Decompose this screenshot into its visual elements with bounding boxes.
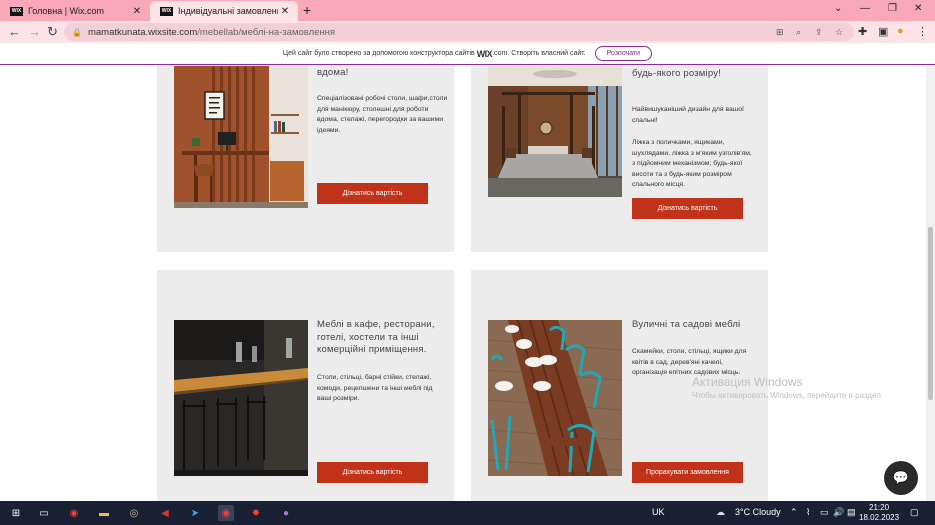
wix-banner-text-after: .com. Створіть власний сайт. xyxy=(492,50,586,57)
watermark-subtitle: Чтобы активировать Windows, перейдите в … xyxy=(692,391,881,400)
new-tab-icon[interactable]: + xyxy=(303,2,311,18)
get-price-button[interactable]: Дізнатись вартість xyxy=(317,462,428,483)
wix-promo-banner: Цей сайт було створено за допомогою конс… xyxy=(0,43,935,65)
chat-icon: 💬 xyxy=(892,470,910,485)
network-icon[interactable]: ⌇ xyxy=(806,507,810,518)
volume-icon[interactable]: 🔊 xyxy=(833,507,844,518)
wix-favicon-icon: WIX xyxy=(160,6,173,16)
card-description: Столи, стільці, барні стійки, стелажі, к… xyxy=(317,374,433,402)
bedroom-image xyxy=(488,66,622,197)
tab-search-chevron-icon[interactable]: ⌄ xyxy=(834,3,842,14)
red-app-icon[interactable]: ◀ xyxy=(157,505,173,521)
card-title: вдома! xyxy=(317,67,349,78)
scrollbar-thumb[interactable] xyxy=(928,227,933,400)
tab-home[interactable]: WIX Головна | Wix.com ✕ xyxy=(0,1,150,21)
url-domain: mamatkunata.wixsite.com xyxy=(87,26,198,38)
watermark-title: Активация Windows xyxy=(692,375,803,389)
eye-app-icon[interactable]: ◎ xyxy=(126,505,142,521)
minimize-icon[interactable]: — xyxy=(860,3,870,14)
battery-icon[interactable]: ▭ xyxy=(820,507,829,518)
calculate-order-button[interactable]: Прорахувати замовлення xyxy=(632,462,743,483)
card-commercial: Меблі в кафе, ресторани, готелі, хостели… xyxy=(157,270,454,501)
windows-activation-watermark: Активация Windows Чтобы активировать Win… xyxy=(692,375,881,400)
start-button[interactable]: Розпочати xyxy=(594,46,653,61)
clock-time: 21:20 xyxy=(869,503,890,512)
page-scrollbar[interactable] xyxy=(926,65,935,501)
file-explorer-icon[interactable]: ▬ xyxy=(96,505,112,521)
card-description: Спеціалізовані робочі столи, шафи,столи … xyxy=(317,95,448,134)
system-clock[interactable]: 21:20 18.02.2023 xyxy=(859,503,899,523)
share-icon[interactable]: ⇪ xyxy=(815,27,823,38)
wix-logo: WIX xyxy=(476,48,493,59)
browser-toolbar: ← → ↻ 🔒 mamatkunata.wixsite.com/mebellab… xyxy=(0,21,935,43)
card-bedroom: шухлядами та поличками будь-якого розмір… xyxy=(471,65,768,252)
windows-taskbar: ⊞ ▭ ◉ ▬ ◎ ◀ ➤ ◉ ✸ ● UK ☁ 3°C Cloudy ⌃ ⌇ … xyxy=(0,501,935,525)
reload-icon[interactable]: ↻ xyxy=(47,24,58,40)
chrome-icon[interactable]: ◉ xyxy=(66,505,82,521)
card-description-lead: Найвишуканіший дизайн для вашої спальні! xyxy=(632,106,744,124)
chat-bubble-button[interactable]: 💬 xyxy=(884,461,918,495)
tab-label: Головна | Wix.com xyxy=(28,6,105,16)
address-bar[interactable]: 🔒 mamatkunata.wixsite.com/mebellab/меблі… xyxy=(64,23,854,41)
cloud-icon: ☁ xyxy=(716,507,725,517)
card-description: Скамейки, столи, стільці, ящики для квіт… xyxy=(632,348,747,376)
tab-label: Індивідуальні замовлення | Wo xyxy=(178,6,278,16)
bookmark-star-icon[interactable]: ☆ xyxy=(835,27,843,38)
close-tab-icon[interactable]: ✕ xyxy=(130,6,144,17)
keyboard-icon[interactable]: ▤ xyxy=(847,507,856,518)
home-office-image xyxy=(174,66,308,208)
weather-text[interactable]: 3°C Cloudy xyxy=(735,507,781,517)
task-view-icon[interactable]: ▭ xyxy=(36,505,52,521)
zoom-icon[interactable]: ⌕ xyxy=(796,27,801,38)
profile-avatar-icon[interactable]: ● xyxy=(897,25,904,37)
windows-start-icon[interactable]: ⊞ xyxy=(8,505,24,521)
tab-custom-orders[interactable]: WIX Індивідуальні замовлення | Wo ✕ xyxy=(150,1,298,21)
garden-furniture-image xyxy=(487,319,623,477)
wix-favicon-icon: WIX xyxy=(10,6,23,16)
card-home-office: вдома! Спеціалізовані робочі столи, шафи… xyxy=(157,65,454,252)
forward-icon[interactable]: → xyxy=(28,24,41,39)
page-content: вдома! Спеціалізовані робочі столи, шафи… xyxy=(0,65,926,501)
tab-strip: WIX Головна | Wix.com ✕ WIX Індивідуальн… xyxy=(0,0,935,21)
card-title: Вуличні та садові меблі xyxy=(632,319,741,330)
url-path: /mebellab/меблі-на-замовлення xyxy=(197,26,336,38)
card-title: Меблі в кафе, ресторани, готелі, хостели… xyxy=(317,319,435,355)
card-title: шухлядами та поличками будь-якого розмір… xyxy=(632,65,749,79)
telegram-icon[interactable]: ➤ xyxy=(187,505,203,521)
notifications-icon[interactable]: ▢ xyxy=(910,507,919,518)
card-description: Ліжка з поличками, ящиками, шухлядами, л… xyxy=(632,139,752,188)
clock-date: 18.02.2023 xyxy=(859,513,900,522)
close-tab-icon[interactable]: ✕ xyxy=(278,6,292,17)
lock-icon: 🔒 xyxy=(72,27,82,37)
translate-icon[interactable]: ⊞ xyxy=(776,27,784,38)
close-window-icon[interactable]: ✕ xyxy=(914,3,922,14)
side-panel-icon[interactable]: ▣ xyxy=(878,25,888,38)
menu-kebab-icon[interactable]: ⋮ xyxy=(917,25,928,38)
back-icon[interactable]: ← xyxy=(8,24,21,39)
get-price-button[interactable]: Дізнатись вартість xyxy=(632,198,743,219)
maximize-icon[interactable]: ❐ xyxy=(888,3,897,14)
get-price-button[interactable]: Дізнатись вартість xyxy=(317,183,428,204)
tray-chevron-icon[interactable]: ⌃ xyxy=(790,507,798,518)
extensions-icon[interactable]: ✚ xyxy=(858,25,867,38)
language-indicator[interactable]: UK xyxy=(652,507,665,517)
red-game-icon[interactable]: ✸ xyxy=(248,505,264,521)
wix-banner-text: Цей сайт було створено за допомогою конс… xyxy=(282,50,475,57)
cafe-image xyxy=(174,320,308,476)
chrome-active-icon[interactable]: ◉ xyxy=(218,505,234,521)
drop-app-icon[interactable]: ● xyxy=(278,505,294,521)
